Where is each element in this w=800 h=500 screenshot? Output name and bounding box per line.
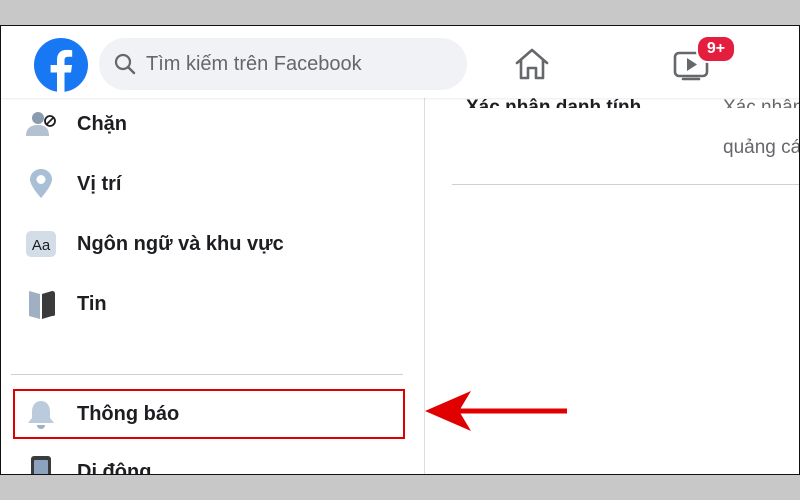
sidebar-item-label: Chặn <box>77 113 127 135</box>
mobile-phone-icon <box>31 456 51 474</box>
setting-row-description: Xác nhận <box>723 97 800 118</box>
sidebar-item-notifications[interactable]: Thông báo <box>25 394 405 434</box>
notification-count-badge: 9+ <box>696 35 736 63</box>
sidebar-item-stories[interactable]: Tin <box>25 284 405 324</box>
search-icon <box>114 53 136 75</box>
sidebar-item-mobile[interactable]: Di động <box>25 452 405 475</box>
sidebar-item-language-region[interactable]: Aa Ngôn ngữ và khu vực <box>25 224 405 264</box>
setting-row-description-continued: quảng cá <box>723 137 800 158</box>
sidebar-item-block[interactable]: Chặn <box>25 104 405 144</box>
annotation-arrow-icon <box>425 391 567 431</box>
search-placeholder: Tìm kiếm trên Facebook <box>146 53 362 75</box>
browser-viewport: Tìm kiếm trên Facebook 9+ Chặn Vị trí Aa… <box>0 25 800 475</box>
sidebar-divider <box>11 374 403 375</box>
language-icon: Aa <box>26 231 56 257</box>
home-icon[interactable] <box>513 46 551 82</box>
sidebar-item-label: Ngôn ngữ và khu vực <box>77 233 284 255</box>
sidebar-item-label: Thông báo <box>77 403 180 425</box>
facebook-logo-icon[interactable] <box>34 38 88 92</box>
content-divider <box>452 184 799 185</box>
book-icon <box>29 291 55 319</box>
search-bar[interactable]: Tìm kiếm trên Facebook <box>99 38 467 90</box>
sidebar-item-label: Di động <box>77 461 152 475</box>
svg-text:Aa: Aa <box>32 237 51 254</box>
sidebar-item-location[interactable]: Vị trí <box>25 164 405 204</box>
blocked-user-icon <box>26 112 56 136</box>
bell-icon <box>28 401 54 429</box>
location-pin-icon <box>30 169 52 198</box>
sidebar-item-label: Tin <box>77 293 107 315</box>
top-navigation-bar: Tìm kiếm trên Facebook 9+ <box>1 26 799 98</box>
setting-row-title: Xác nhận danh tính <box>466 97 642 118</box>
sidebar-item-label: Vị trí <box>77 173 122 195</box>
settings-sidebar: Chặn Vị trí Aa Ngôn ngữ và khu vực Tin T… <box>1 98 425 474</box>
